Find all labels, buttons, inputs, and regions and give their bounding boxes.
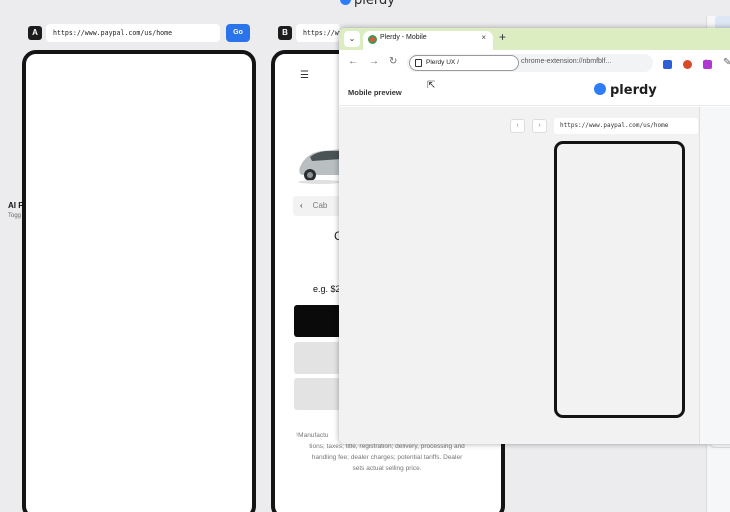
mouse-cursor-icon: ⇱ <box>427 80 436 91</box>
tab-search-dropdown[interactable]: ⌄ <box>344 31 360 47</box>
carousel-label: Cab <box>312 201 328 210</box>
plerdy-logo: plerdy <box>594 83 657 98</box>
disclaimer-line: handling fee; dealer charges; potential … <box>311 454 463 461</box>
browser-toolbar: ← → ↻ Plerdy UX / chrome-extension://nbm… <box>339 50 730 76</box>
site-info-chip[interactable]: Plerdy UX / <box>409 55 519 71</box>
extension-plerdy-icon[interactable] <box>683 60 692 69</box>
panel-a-go-button[interactable]: Go <box>226 24 250 42</box>
back-arrow-icon[interactable]: ← <box>348 56 358 67</box>
price-example: e.g. $2 <box>313 284 341 294</box>
plerdy-logo-icon <box>594 83 606 95</box>
extension-header-title: Mobile preview <box>348 88 402 97</box>
tab-plerdy-mobile[interactable]: Plerdy - Mobile × <box>363 31 493 50</box>
close-tab-icon[interactable]: × <box>481 33 486 42</box>
reload-icon[interactable]: ↻ <box>389 56 397 67</box>
chevron-down-icon: ⌄ <box>348 34 356 43</box>
new-tab-button[interactable]: + <box>499 30 506 44</box>
background-plerdy-logo: plerdy <box>340 0 395 8</box>
chevron-left-icon[interactable]: ‹ <box>300 201 303 210</box>
secondary-button-2[interactable] <box>294 378 341 410</box>
plerdy-favicon-icon <box>368 35 377 44</box>
preview-phone-frame <box>554 141 685 418</box>
car-image <box>298 149 342 184</box>
preview-prev-button[interactable]: ‹ <box>510 119 525 133</box>
ai-panel-title: AI P <box>8 201 24 210</box>
ai-panel-subtitle: Togg <box>8 213 22 219</box>
preview-url-input[interactable]: https://www.paypal.com/us/home <box>554 118 698 134</box>
mobile-preview-area: ‹ › https://www.paypal.com/us/home <box>339 107 699 444</box>
secondary-button-1[interactable] <box>294 342 341 374</box>
panel-a-badge: A <box>28 26 42 40</box>
extension-pen-icon[interactable]: ✎ <box>723 57 730 68</box>
disclaimer-line: sets actual selling price. <box>352 465 422 472</box>
hamburger-menu-icon[interactable]: ☰ <box>300 70 309 81</box>
tab-strip: ⌄ Plerdy - Mobile × + <box>339 28 730 50</box>
panel-a-phone-frame <box>22 50 256 512</box>
extension-purple-icon[interactable] <box>703 60 712 69</box>
address-bar[interactable]: Plerdy UX / chrome-extension://nbmfblf..… <box>407 54 710 72</box>
primary-cta-button[interactable] <box>294 305 341 337</box>
logo-text: plerdy <box>610 83 657 98</box>
popup-side-panel <box>699 107 730 444</box>
preview-next-button[interactable]: › <box>532 119 547 133</box>
site-chip-label: Plerdy UX / <box>426 59 459 66</box>
logo-text: plerdy <box>354 0 395 8</box>
plerdy-logo-icon <box>340 0 351 5</box>
page-icon <box>415 59 422 67</box>
tab-title: Plerdy - Mobile <box>380 34 427 41</box>
chrome-popup-window: ⌄ Plerdy - Mobile × + ← → ↻ Plerdy UX / … <box>339 28 730 444</box>
extension-checkbox-icon[interactable] <box>663 60 672 69</box>
panel-b-url-input[interactable]: https://ww <box>296 24 340 42</box>
extension-header: Mobile preview ⇱ plerdy <box>339 76 730 106</box>
panel-a-url-input[interactable]: https://www.paypal.com/us/home <box>46 24 220 42</box>
panel-b-badge: B <box>278 26 292 40</box>
forward-arrow-icon[interactable]: → <box>369 56 379 67</box>
carousel-nav[interactable]: ‹ Cab <box>293 196 341 216</box>
address-text: chrome-extension://nbmfblf... <box>521 58 612 65</box>
